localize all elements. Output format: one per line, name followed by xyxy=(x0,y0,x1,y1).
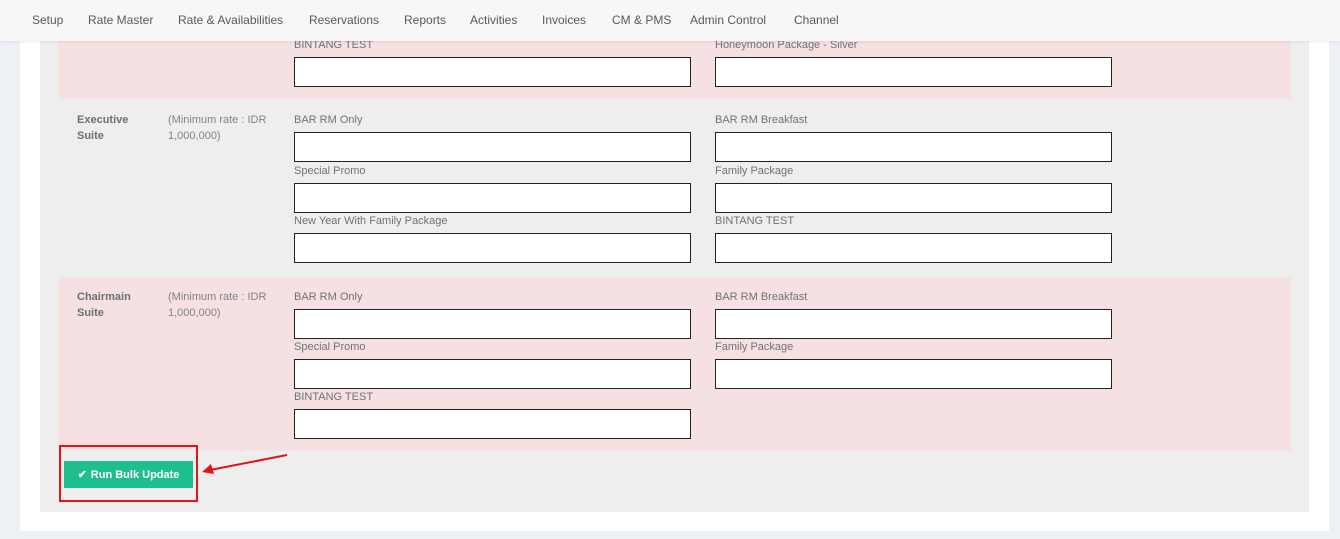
field-label: Family Package xyxy=(715,165,794,177)
field-label: BAR RM Only xyxy=(294,114,363,126)
field-label: BAR RM Breakfast xyxy=(715,114,808,126)
nav-setup[interactable]: Setup xyxy=(32,13,63,27)
nav-cm-pms[interactable]: CM & PMS xyxy=(612,13,671,27)
annotation-highlight-box xyxy=(59,445,198,502)
nav-rate-master[interactable]: Rate Master xyxy=(88,13,153,27)
rate-input[interactable] xyxy=(294,233,691,263)
field-label: New Year With Family Package xyxy=(294,215,448,227)
rate-input[interactable] xyxy=(715,132,1112,162)
room-name: Executive Suite xyxy=(77,114,129,142)
rate-input[interactable] xyxy=(294,132,691,162)
rate-input[interactable] xyxy=(715,233,1112,263)
annotation-arrow-icon xyxy=(202,454,288,474)
nav-invoices[interactable]: Invoices xyxy=(542,13,586,27)
rate-input[interactable] xyxy=(715,183,1112,213)
field-label: Special Promo xyxy=(294,341,366,353)
nav-admin-control[interactable]: Admin Control xyxy=(690,13,766,27)
field-label: Family Package xyxy=(715,341,794,353)
rate-input[interactable] xyxy=(294,309,691,339)
nav-channel[interactable]: Channel xyxy=(794,13,839,27)
rate-input[interactable] xyxy=(715,57,1112,87)
minimum-rate: (Minimum rate : IDR 1,000,000) xyxy=(168,291,267,319)
rate-input[interactable] xyxy=(294,409,691,439)
field-label: BAR RM Only xyxy=(294,291,363,303)
nav-reservations[interactable]: Reservations xyxy=(309,13,379,27)
nav-reports[interactable]: Reports xyxy=(404,13,446,27)
rate-input[interactable] xyxy=(715,359,1112,389)
room-name: Chairmain Suite xyxy=(77,291,131,319)
field-label: BINTANG TEST xyxy=(294,391,374,403)
field-label: Special Promo xyxy=(294,165,366,177)
field-label: BINTANG TEST xyxy=(715,215,795,227)
rate-input[interactable] xyxy=(715,309,1112,339)
nav-activities[interactable]: Activities xyxy=(470,13,517,27)
field-label: BAR RM Breakfast xyxy=(715,291,808,303)
rate-input[interactable] xyxy=(294,183,691,213)
minimum-rate: (Minimum rate : IDR 1,000,000) xyxy=(168,114,267,142)
nav-rate-availabilities[interactable]: Rate & Availabilities xyxy=(178,13,283,27)
rate-input[interactable] xyxy=(294,57,691,87)
top-navigation: Setup Rate Master Rate & Availabilities … xyxy=(0,0,1340,41)
rate-input[interactable] xyxy=(294,359,691,389)
